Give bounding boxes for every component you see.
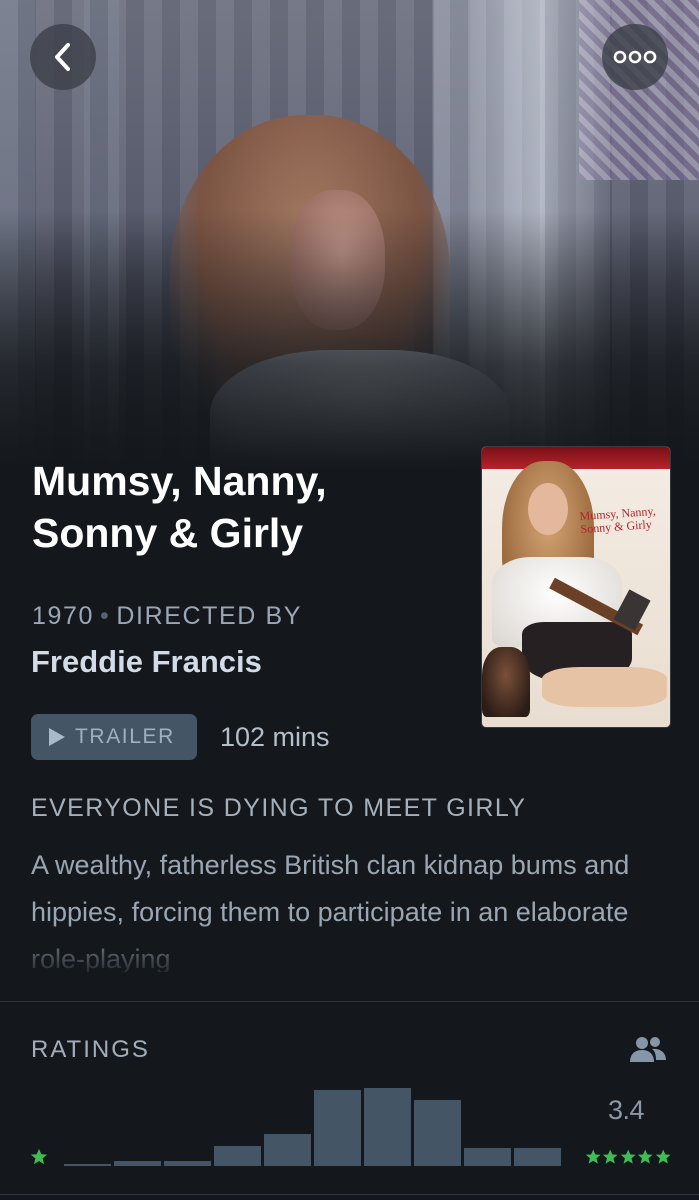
directed-by-label: DIRECTED BY [116,602,303,630]
ratings-histogram[interactable] [64,1088,568,1166]
histogram-bar[interactable] [514,1148,561,1166]
histogram-bar[interactable] [264,1134,311,1166]
chevron-left-icon [55,43,70,71]
star-icon [603,1149,618,1164]
star-icon [638,1149,653,1164]
histogram-bar[interactable] [414,1100,461,1166]
star-icon [655,1149,671,1164]
release-year[interactable]: 1970 [32,602,94,630]
ratings-heading: RATINGS [31,1036,150,1063]
bottom-divider [0,1194,699,1195]
ellipsis-icon [613,50,657,64]
separator-dot: • [100,602,111,630]
poster-title-text: Mumsy, Nanny, Sonny & Girly [579,503,657,537]
play-icon [49,728,65,746]
histogram-bar[interactable] [364,1088,411,1166]
one-star-icon [30,1148,48,1165]
tagline: EVERYONE IS DYING TO MEET GIRLY [31,794,527,822]
star-icon [620,1149,636,1164]
star-icon [585,1149,601,1164]
trailer-button[interactable]: TRAILER [31,714,197,760]
director-name[interactable]: Freddie Francis [31,644,262,680]
backdrop-image [0,0,699,470]
histogram-bar[interactable] [214,1146,261,1166]
section-divider [0,1001,699,1002]
runtime: 102 mins [220,722,330,752]
histogram-bar[interactable] [464,1148,511,1166]
film-meta: 1970 • DIRECTED BY [32,602,302,631]
histogram-bar[interactable] [114,1161,161,1166]
average-rating[interactable]: 3.4 [596,1095,656,1126]
synopsis[interactable]: A wealthy, fatherless British clan kidna… [31,842,661,972]
film-poster[interactable]: Mumsy, Nanny, Sonny & Girly [482,447,670,727]
histogram-bar[interactable] [64,1164,111,1166]
five-star-icons [585,1148,671,1166]
histogram-bar[interactable] [164,1161,211,1166]
back-button[interactable] [30,24,96,90]
fans-icon[interactable] [628,1034,668,1064]
histogram-bar[interactable] [314,1090,361,1166]
film-title: Mumsy, Nanny, Sonny & Girly [32,458,327,556]
trailer-label: TRAILER [75,725,175,748]
more-options-button[interactable] [602,24,668,90]
